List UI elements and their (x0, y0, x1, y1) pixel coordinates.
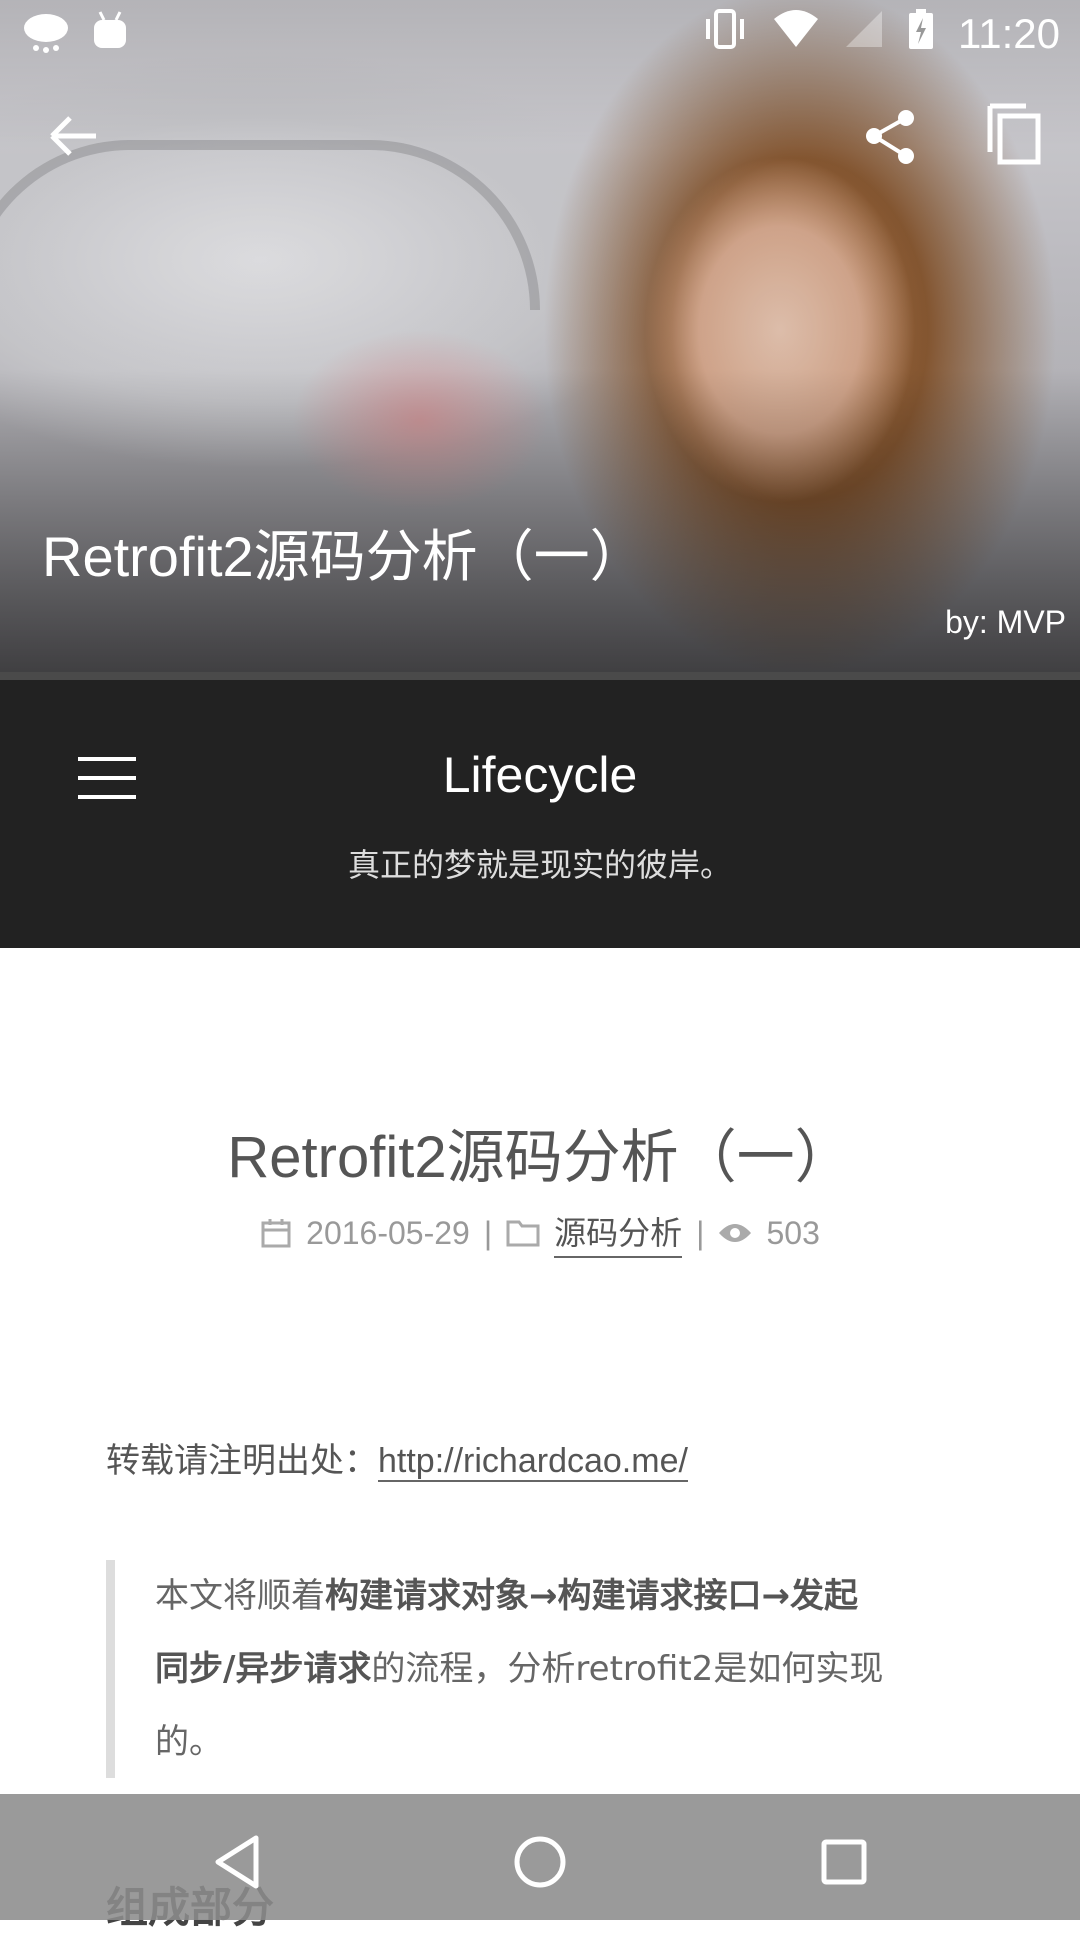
vibrate-icon (702, 9, 748, 58)
repost-notice: 转载请注明出处：http://richardcao.me/ (106, 1433, 688, 1482)
weather-icon (22, 10, 70, 63)
hero-title: Retrofit2源码分析（一） (42, 525, 646, 588)
nav-back-button[interactable] (200, 1822, 280, 1902)
clock: 11:20 (958, 9, 1060, 57)
back-arrow-icon (50, 116, 96, 156)
wifi-icon (772, 9, 820, 58)
back-triangle-icon (215, 1835, 259, 1889)
home-circle-icon (514, 1836, 566, 1888)
post-views: 503 (766, 1214, 820, 1251)
post-date: 2016-05-29 (306, 1214, 470, 1251)
copy-icon (987, 103, 1041, 165)
repost-prefix: 转载请注明出处： (106, 1441, 378, 1481)
navigation-bar (0, 1794, 1080, 1920)
folder-icon (506, 1220, 540, 1247)
back-button[interactable] (34, 100, 114, 180)
post-category-link[interactable]: 源码分析 (554, 1208, 683, 1258)
signal-icon (844, 9, 884, 58)
share-icon (866, 110, 914, 164)
battery-icon (908, 8, 934, 59)
meta-separator: | (483, 1214, 493, 1251)
calendar-icon (261, 1219, 291, 1248)
hero-divider (0, 672, 1080, 680)
recents-square-icon (821, 1839, 867, 1885)
meta-separator: | (696, 1214, 705, 1251)
share-button[interactable] (852, 100, 932, 180)
status-bar: 11:20 (0, 0, 1080, 62)
hero-image: 11:20 Retrofit2源码分析（一） by: MVP (0, 0, 1080, 672)
blog-header (0, 680, 1080, 948)
copy-button[interactable] (978, 100, 1058, 180)
eye-icon (719, 1224, 752, 1242)
blockquote: 本文将顺着构建请求对象→构建请求接口→发起 同步/异步请求的流程，分析retro… (106, 1560, 946, 1778)
android-icon (92, 10, 128, 63)
nav-recents-button[interactable] (804, 1822, 884, 1902)
nav-home-button[interactable] (500, 1822, 580, 1902)
post-title: Retrofit2源码分析（一） (227, 1125, 853, 1190)
site-title[interactable]: Lifecycle (0, 746, 1080, 804)
hero-author: by: MVP (945, 604, 1066, 640)
post-meta: 2016-05-29 | 源码分析 | 503 (0, 1208, 1080, 1258)
site-subtitle: 真正的梦就是现实的彼岸。 (347, 846, 732, 884)
repost-link[interactable]: http://richardcao.me/ (378, 1442, 688, 1482)
